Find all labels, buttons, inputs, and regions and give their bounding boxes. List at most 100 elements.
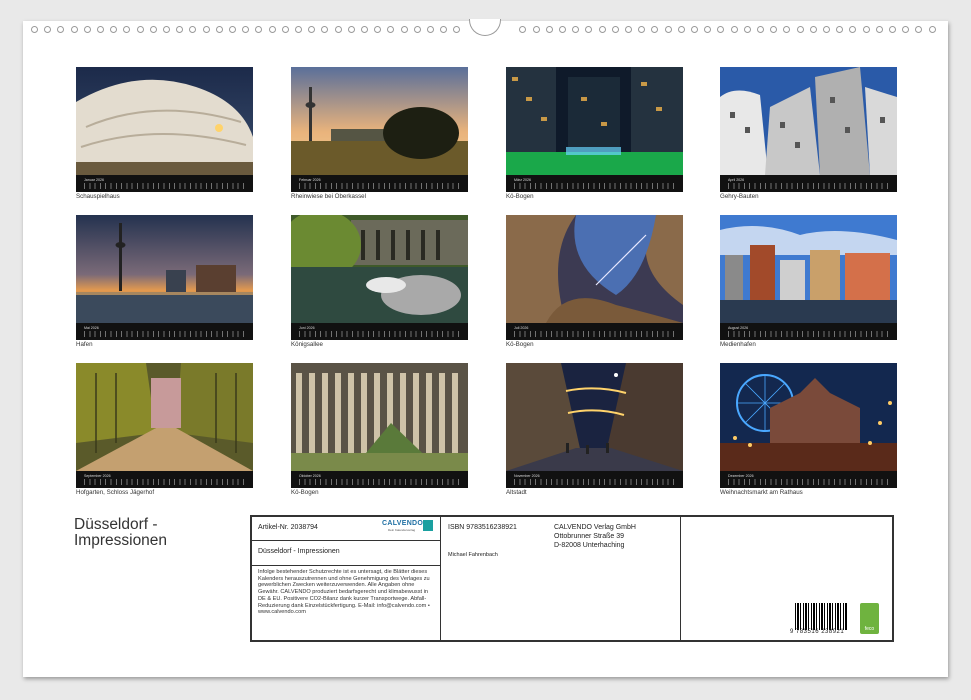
binding-ring: [242, 26, 250, 33]
month-calendar-strip: Mai 2026: [76, 323, 253, 340]
photo-caption: Königsallee: [291, 341, 323, 348]
article-number: Artikel-Nr. 2038794: [258, 524, 318, 531]
month-photo: [291, 67, 468, 175]
binding-ring: [255, 26, 263, 33]
calvendo-logo: CALVENDO: [382, 520, 424, 527]
month-calendar-strip: November 2026: [506, 471, 683, 488]
month-label: Februar 2026: [299, 178, 321, 182]
binding-ring: [229, 26, 236, 33]
month-label: November 2026: [514, 474, 540, 478]
calendar-title: Düsseldorf - Impressionen: [74, 517, 167, 549]
calvendo-logo-icon: [423, 520, 433, 531]
binding-ring: [453, 26, 461, 33]
author: Michael Fahrenbach: [448, 552, 498, 558]
binding-ring: [611, 26, 619, 33]
photo-caption: Hafen: [76, 341, 93, 348]
month-thumbnail: Mai 2026 Hafen: [76, 215, 253, 348]
ean-barcode: [795, 603, 847, 630]
binding-ring: [110, 26, 118, 33]
binding-ring: [823, 26, 830, 33]
binding-ring: [783, 26, 791, 33]
binding-ring: [334, 26, 342, 33]
photo-caption: Hofgarten, Schloss Jägerhof: [76, 489, 155, 496]
month-calendar-strip: April 2026: [720, 175, 897, 192]
binding-ring: [374, 26, 382, 33]
month-photo: [720, 67, 897, 175]
month-photo: [76, 363, 253, 471]
binding-ring: [651, 26, 659, 33]
binding-ring: [928, 26, 936, 33]
binding-ring: [387, 26, 395, 33]
binding-ring: [730, 26, 738, 33]
month-photo: [291, 363, 468, 471]
photo-caption: Kö-Bogen: [291, 489, 319, 496]
publisher-street: Ottobrunner Straße 39: [554, 533, 625, 540]
binding-ring: [189, 26, 197, 33]
photo-caption: Medienhafen: [720, 341, 756, 348]
photo-caption: Weihnachtsmarkt am Rathaus: [720, 489, 803, 496]
binding-ring: [268, 26, 276, 33]
month-label: Dezember 2026: [728, 474, 754, 478]
binding-ring: [889, 26, 896, 33]
binding-ring: [281, 26, 289, 33]
binding-ring: [440, 26, 448, 33]
feco-label: feco: [864, 626, 875, 632]
publisher-name: CALVENDO Verlag GmbH: [554, 524, 636, 531]
binding-ring: [123, 26, 131, 33]
binding-ring: [545, 26, 553, 33]
month-photo: [76, 215, 253, 323]
feco-logo-icon: feco: [860, 603, 879, 634]
binding-ring: [136, 26, 144, 33]
calendar-back-sheet: Januar 2026 Schauspielhaus Februar 2026 …: [23, 19, 948, 677]
binding-ring: [915, 26, 923, 33]
photo-caption: Schauspielhaus: [76, 193, 120, 200]
binding-ring: [308, 26, 316, 33]
month-label: Mai 2026: [84, 326, 99, 330]
month-thumbnail: Dezember 2026 Weihnachtsmarkt am Rathaus: [720, 363, 897, 496]
binding-ring: [638, 26, 646, 33]
binding-ring: [743, 26, 751, 33]
binding-ring: [400, 26, 408, 33]
binding-ring: [875, 26, 883, 33]
isbn: ISBN 9783516238921: [448, 524, 517, 531]
month-thumbnail: Juli 2026 Kö-Bogen: [506, 215, 683, 348]
month-thumbnail: September 2026 Hofgarten, Schloss Jägerh…: [76, 363, 253, 496]
month-thumbnail: Juni 2026 Königsallee: [291, 215, 468, 348]
binding-ring: [585, 26, 593, 33]
binding-ring: [717, 26, 725, 33]
month-calendar-strip: Februar 2026: [291, 175, 468, 192]
month-photo: [506, 67, 683, 175]
month-thumbnail: Oktober 2026 Kö-Bogen: [291, 363, 468, 496]
binding-ring: [176, 26, 184, 33]
binding-ring: [215, 26, 223, 33]
binding-ring: [796, 26, 804, 33]
product-title: Düsseldorf - Impressionen: [258, 548, 340, 555]
barcode-number: 9 783516 238921: [790, 629, 845, 635]
month-label: September 2026: [84, 474, 111, 478]
binding-ring: [849, 26, 857, 33]
binding-ring: [427, 26, 434, 33]
binding-ring: [202, 26, 210, 33]
binding-ring: [519, 26, 527, 33]
binding-ring: [361, 26, 368, 33]
binding-ring: [347, 26, 355, 33]
binding-ring: [57, 26, 65, 33]
month-thumbnail: November 2026 Altstadt: [506, 363, 683, 496]
month-photo: [506, 363, 683, 471]
month-photo: [720, 215, 897, 323]
month-calendar-strip: Januar 2026: [76, 175, 253, 192]
month-calendar-strip: August 2026: [720, 323, 897, 340]
photo-caption: Kö-Bogen: [506, 341, 534, 348]
binding-ring: [44, 26, 52, 33]
binding-ring: [70, 26, 78, 33]
month-thumbnail: Februar 2026 Rheinwiese bei Oberkassel: [291, 67, 468, 200]
binding-ring: [664, 26, 672, 33]
calendar-title-line1: Düsseldorf -: [74, 516, 158, 533]
binding-ring: [836, 26, 844, 33]
binding-ring: [83, 26, 91, 33]
photo-caption: Altstadt: [506, 489, 527, 496]
photo-caption: Kö-Bogen: [506, 193, 534, 200]
month-calendar-strip: Dezember 2026: [720, 471, 897, 488]
month-label: Januar 2026: [84, 178, 104, 182]
binding-ring: [532, 26, 540, 33]
